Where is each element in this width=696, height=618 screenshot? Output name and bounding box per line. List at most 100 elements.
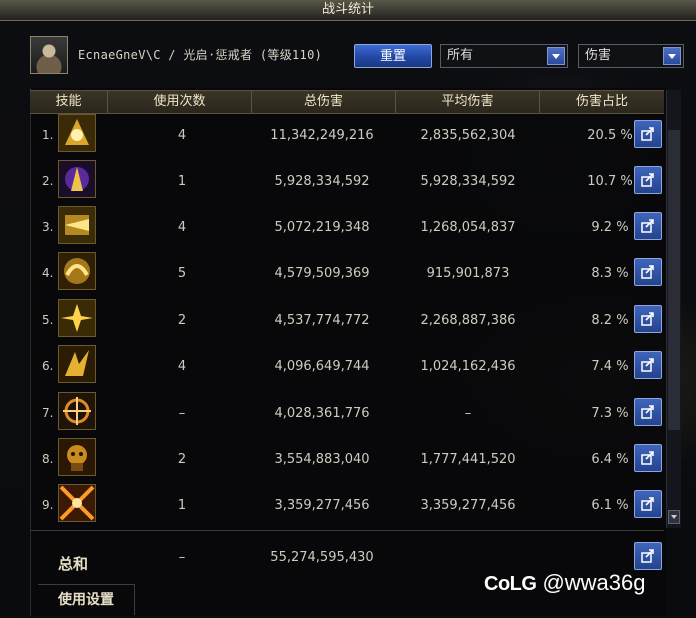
reset-button[interactable]: 重置 bbox=[354, 44, 432, 68]
row-avg-damage: 915,901,873 bbox=[426, 266, 510, 281]
type-dropdown[interactable]: 伤害 bbox=[578, 44, 684, 68]
table-row: 3. 4 5,072,219,348 1,268,054,837 9.2 % bbox=[30, 204, 664, 250]
row-rank: 1. bbox=[42, 128, 54, 142]
tab-usage-settings[interactable]: 使用设置 bbox=[38, 584, 135, 615]
row-uses: 2 bbox=[177, 452, 187, 467]
row-uses: 1 bbox=[177, 174, 187, 189]
scrollbar[interactable] bbox=[666, 90, 681, 528]
skill-icon bbox=[58, 252, 96, 290]
share-icon bbox=[641, 219, 654, 233]
row-total-damage: 4,537,774,772 bbox=[274, 313, 370, 328]
row-total-damage: 5,072,219,348 bbox=[274, 220, 370, 235]
share-icon bbox=[641, 405, 654, 419]
row-damage-share: 8.3 % bbox=[591, 266, 629, 281]
col-pct: 伤害占比 bbox=[575, 94, 628, 109]
row-uses: – bbox=[178, 406, 186, 421]
col-skill: 技能 bbox=[30, 91, 108, 113]
skill-icon bbox=[58, 160, 96, 198]
share-button[interactable] bbox=[634, 212, 662, 240]
row-damage-share: 7.3 % bbox=[591, 406, 629, 421]
chevron-down-icon[interactable] bbox=[547, 47, 565, 65]
row-avg-damage: 1,777,441,520 bbox=[420, 452, 516, 467]
skill-icon bbox=[58, 392, 96, 430]
row-total-damage: 4,096,649,744 bbox=[274, 359, 370, 374]
scroll-thumb[interactable] bbox=[668, 130, 680, 430]
skill-icon bbox=[58, 484, 96, 522]
total-uses: – bbox=[178, 550, 186, 565]
row-total-damage: 4,028,361,776 bbox=[274, 406, 370, 421]
row-damage-share: 6.4 % bbox=[591, 452, 629, 467]
row-uses: 4 bbox=[177, 128, 187, 143]
share-icon bbox=[641, 127, 654, 141]
share-button[interactable] bbox=[634, 258, 662, 286]
share-button[interactable] bbox=[634, 166, 662, 194]
watermark: CoLG @wwa36g bbox=[484, 570, 646, 596]
table-row: 2. 1 5,928,334,592 5,928,334,592 10.7 % bbox=[30, 158, 664, 204]
row-total-damage: 3,554,883,040 bbox=[274, 452, 370, 467]
row-damage-share: 7.4 % bbox=[591, 359, 629, 374]
skill-icon bbox=[58, 299, 96, 337]
row-rank: 9. bbox=[42, 498, 54, 512]
scope-dropdown[interactable]: 所有 bbox=[440, 44, 568, 68]
row-total-damage: 4,579,509,369 bbox=[274, 266, 370, 281]
row-avg-damage: 1,268,054,837 bbox=[420, 220, 516, 235]
row-rank: 5. bbox=[42, 313, 54, 327]
share-button[interactable] bbox=[634, 305, 662, 333]
table-header: 技能 使用次数 总伤害 平均伤害 伤害占比 bbox=[30, 90, 664, 114]
row-rank: 7. bbox=[42, 406, 54, 420]
row-total-damage: 3,359,277,456 bbox=[274, 498, 370, 513]
share-icon bbox=[641, 358, 654, 372]
share-icon bbox=[641, 173, 654, 187]
share-total-button[interactable] bbox=[634, 542, 662, 570]
share-icon bbox=[641, 497, 654, 511]
row-rank: 3. bbox=[42, 220, 54, 234]
skill-icon bbox=[58, 345, 96, 383]
scope-dropdown-value: 所有 bbox=[447, 48, 474, 63]
window-title: 战斗统计 bbox=[0, 0, 696, 21]
table-row: 6. 4 4,096,649,744 1,024,162,436 7.4 % bbox=[30, 343, 664, 389]
total-damage: 55,274,595,430 bbox=[270, 550, 374, 565]
chevron-down-icon[interactable] bbox=[663, 47, 681, 65]
row-rank: 4. bbox=[42, 266, 54, 280]
share-button[interactable] bbox=[634, 490, 662, 518]
total-label: 总和 bbox=[58, 555, 89, 573]
scroll-down-button[interactable] bbox=[668, 510, 680, 524]
share-icon bbox=[641, 549, 654, 563]
row-uses: 4 bbox=[177, 359, 187, 374]
watermark-handle: @wwa36g bbox=[542, 570, 646, 595]
row-damage-share: 10.7 % bbox=[587, 174, 633, 189]
row-damage-share: 8.2 % bbox=[591, 313, 629, 328]
row-uses: 2 bbox=[177, 313, 187, 328]
character-avatar bbox=[30, 36, 68, 74]
share-button[interactable] bbox=[634, 120, 662, 148]
table-row: 8. 2 3,554,883,040 1,777,441,520 6.4 % bbox=[30, 436, 664, 482]
share-button[interactable] bbox=[634, 351, 662, 379]
row-uses: 5 bbox=[177, 266, 187, 281]
share-button[interactable] bbox=[634, 444, 662, 472]
row-rank: 6. bbox=[42, 359, 54, 373]
row-avg-damage: 1,024,162,436 bbox=[420, 359, 516, 374]
table-row: 4. 5 4,579,509,369 915,901,873 8.3 % bbox=[30, 250, 664, 296]
row-rank: 2. bbox=[42, 174, 54, 188]
col-uses: 使用次数 bbox=[108, 91, 252, 113]
row-avg-damage: 2,835,562,304 bbox=[420, 128, 516, 143]
table-row: 9. 1 3,359,277,456 3,359,277,456 6.1 % bbox=[30, 482, 664, 528]
row-total-damage: 11,342,249,216 bbox=[270, 128, 374, 143]
share-icon bbox=[641, 312, 654, 326]
skill-icon bbox=[58, 114, 96, 152]
col-total: 总伤害 bbox=[252, 91, 396, 113]
share-icon bbox=[641, 451, 654, 465]
row-uses: 4 bbox=[177, 220, 187, 235]
row-avg-damage: 5,928,334,592 bbox=[420, 174, 516, 189]
col-avg: 平均伤害 bbox=[396, 91, 540, 113]
row-avg-damage: 2,268,887,386 bbox=[420, 313, 516, 328]
row-damage-share: 9.2 % bbox=[591, 220, 629, 235]
row-avg-damage: 3,359,277,456 bbox=[420, 498, 516, 513]
divider bbox=[30, 530, 664, 531]
row-total-damage: 5,928,334,592 bbox=[274, 174, 370, 189]
table-row: 1. 4 11,342,249,216 2,835,562,304 20.5 % bbox=[30, 112, 664, 158]
type-dropdown-value: 伤害 bbox=[585, 48, 612, 63]
row-damage-share: 20.5 % bbox=[587, 128, 633, 143]
character-name: EcnaeGneV\C / 光启·惩戒者 (等级110) bbox=[78, 48, 323, 62]
share-button[interactable] bbox=[634, 398, 662, 426]
